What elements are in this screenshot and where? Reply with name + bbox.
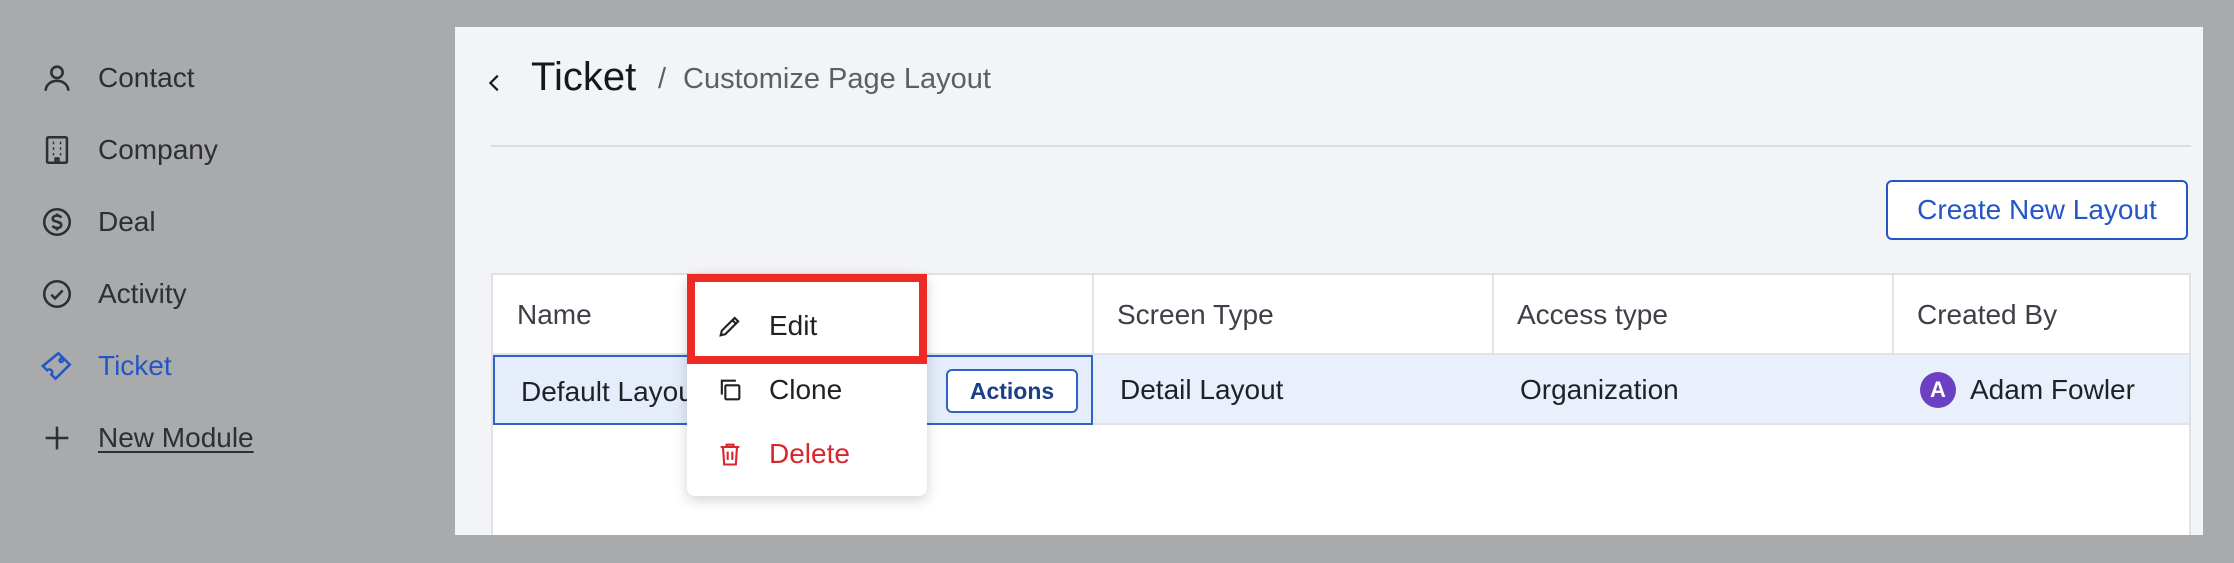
sidebar-item-deal[interactable]: Deal	[40, 197, 156, 247]
menu-item-label: Edit	[769, 310, 818, 341]
back-button[interactable]	[477, 61, 513, 105]
breadcrumb-separator: /	[658, 63, 667, 95]
menu-item-edit[interactable]: Edit	[687, 294, 927, 358]
menu-item-delete[interactable]: Delete	[687, 422, 927, 486]
layout-name: Default Layout	[521, 376, 702, 407]
sidebar-item-label: Ticket	[98, 350, 172, 381]
sidebar-item-label: Contact	[98, 62, 195, 93]
column-header-name[interactable]: Name	[517, 275, 592, 355]
created-by-cell: A Adam Fowler	[1920, 355, 2135, 425]
chevron-left-icon	[488, 74, 499, 92]
building-icon	[40, 133, 74, 167]
sidebar-item-new-module[interactable]: New Module	[40, 413, 254, 463]
create-new-layout-button[interactable]: Create New Layout	[1886, 180, 2188, 240]
sidebar-item-label: Company	[98, 134, 218, 165]
menu-item-clone[interactable]: Clone	[687, 358, 927, 422]
sidebar: Contact Company Deal Activity Ticket New…	[0, 0, 455, 563]
page-title: Ticket	[531, 55, 637, 99]
actions-menu: Edit Clone Delete	[687, 274, 927, 496]
actions-button[interactable]: Actions	[946, 369, 1078, 413]
sidebar-item-label: Deal	[98, 206, 156, 237]
avatar: A	[1920, 372, 1956, 408]
menu-item-label: Delete	[769, 438, 850, 469]
divider	[491, 145, 2191, 147]
dollar-circle-icon	[40, 205, 74, 239]
app-root: Contact Company Deal Activity Ticket New…	[0, 0, 2234, 563]
ticket-icon	[40, 349, 74, 383]
plus-icon	[40, 421, 74, 455]
access-type-cell: Organization	[1520, 374, 1679, 405]
menu-item-label: Clone	[769, 374, 843, 405]
column-header-created-by[interactable]: Created By	[1917, 275, 2057, 355]
sidebar-item-contact[interactable]: Contact	[40, 53, 195, 103]
sidebar-item-company[interactable]: Company	[40, 125, 218, 175]
sidebar-item-activity[interactable]: Activity	[40, 269, 187, 319]
pencil-icon	[715, 311, 745, 341]
sidebar-item-ticket[interactable]: Ticket	[40, 341, 172, 391]
trash-icon	[715, 439, 745, 469]
created-by-name: Adam Fowler	[1970, 374, 2135, 405]
column-header-screen-type[interactable]: Screen Type	[1117, 275, 1274, 355]
screen-type-cell: Detail Layout	[1120, 374, 1284, 405]
sidebar-item-label: Activity	[98, 278, 187, 309]
sidebar-item-label: New Module	[98, 422, 254, 453]
column-header-access-type[interactable]: Access type	[1517, 275, 1668, 355]
person-icon	[40, 61, 74, 95]
copy-icon	[715, 375, 745, 405]
check-circle-icon	[40, 277, 74, 311]
breadcrumb: Customize Page Layout	[683, 63, 991, 95]
